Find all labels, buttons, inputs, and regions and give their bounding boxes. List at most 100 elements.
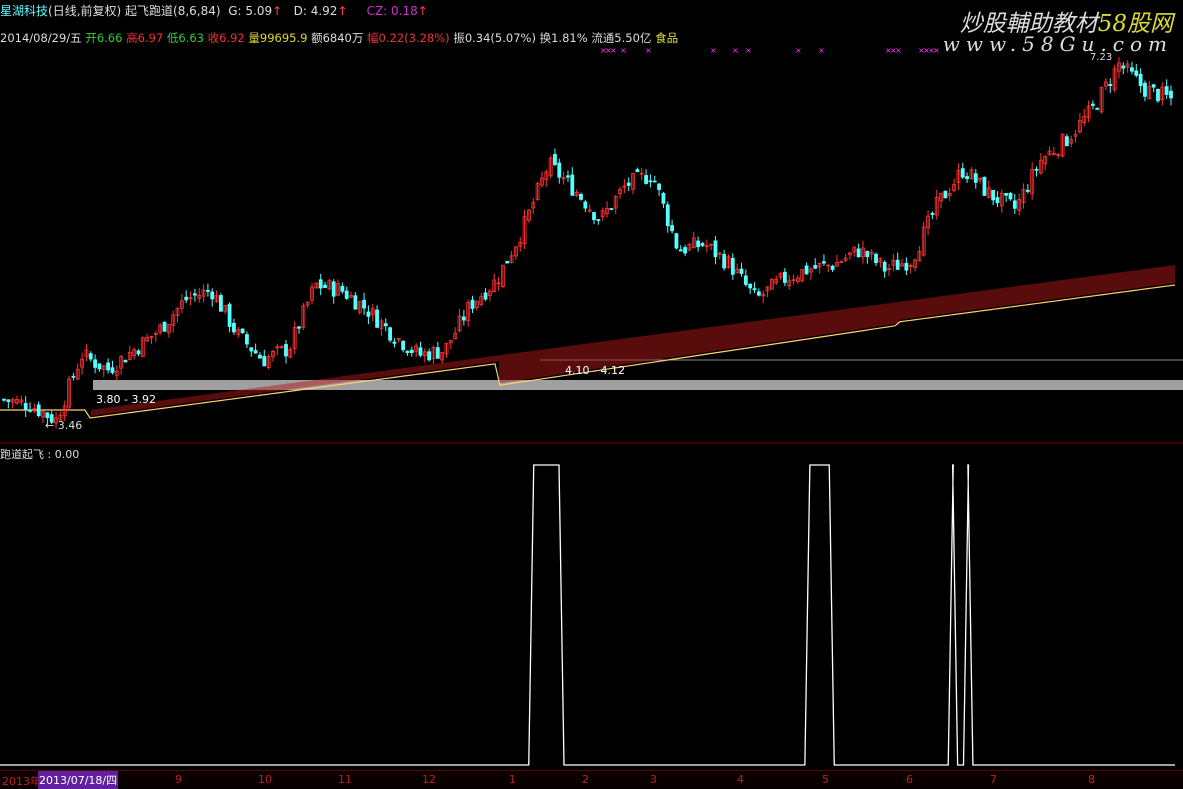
month-tick: 8 bbox=[1088, 773, 1095, 786]
kline-chart[interactable]: ××× × × × × × × × ××× ×××× bbox=[0, 0, 1183, 786]
signal-mark: × bbox=[645, 46, 652, 55]
change: 幅0.22(3.28%) bbox=[367, 31, 450, 45]
candle-body bbox=[739, 268, 744, 274]
candle-body bbox=[1108, 84, 1113, 87]
candle-body bbox=[162, 321, 167, 332]
candle-body bbox=[340, 285, 345, 292]
candle-body bbox=[609, 208, 614, 210]
candle-body bbox=[184, 296, 189, 301]
signal-mark: × bbox=[732, 46, 739, 55]
signal-mark: × bbox=[620, 46, 627, 55]
candle-body bbox=[683, 247, 688, 254]
candle-body bbox=[1064, 136, 1069, 147]
cursor-date: 2013/07/18/四 bbox=[38, 771, 119, 789]
float-shares: 流通5.50亿 bbox=[591, 31, 652, 45]
candle-body bbox=[722, 253, 727, 269]
month-tick: 5 bbox=[822, 773, 829, 786]
candle-body bbox=[1091, 103, 1095, 106]
quote-info-bar: 2014/08/29/五 开6.66 高6.97 低6.63 收6.92 量99… bbox=[0, 30, 678, 46]
signal-mark: × bbox=[610, 46, 617, 55]
candle-body bbox=[219, 295, 223, 312]
candle-body bbox=[696, 240, 701, 248]
candle-body bbox=[1164, 86, 1169, 95]
signal-mark: × bbox=[933, 46, 940, 55]
candle-body bbox=[566, 175, 570, 178]
candle-body bbox=[366, 311, 371, 317]
candle-body bbox=[262, 355, 267, 367]
candle-body bbox=[874, 253, 878, 264]
chart-title: 星湖科技(日线,前复权) 起飞跑道(8,6,84) G: 5.09↑ D: 4.… bbox=[0, 2, 428, 19]
candle-body bbox=[960, 168, 965, 178]
month-tick: 11 bbox=[338, 773, 352, 786]
candle-body bbox=[700, 243, 705, 246]
candle-body bbox=[553, 154, 557, 165]
candle-body bbox=[982, 176, 987, 196]
candle-body bbox=[822, 261, 826, 264]
lower-pane-label: 跑道起飞 : 0.00 bbox=[0, 448, 80, 461]
candle-body bbox=[240, 328, 245, 334]
candle-body bbox=[435, 347, 440, 359]
candle-body bbox=[284, 344, 288, 357]
candle-body bbox=[297, 326, 301, 329]
candle-body bbox=[483, 292, 488, 300]
candle-body bbox=[388, 327, 393, 341]
month-tick: 2 bbox=[582, 773, 589, 786]
candle-body bbox=[461, 316, 466, 321]
close: 收6.92 bbox=[207, 31, 245, 45]
candle-body bbox=[392, 341, 397, 344]
candle-body bbox=[570, 174, 575, 196]
signal-mark: × bbox=[710, 46, 717, 55]
candle-body bbox=[323, 284, 327, 288]
candle-body bbox=[713, 240, 718, 258]
date-axis: 2013年 2013/07/18/四 9 10 11 12 1 2 3 4 5 6 7 8 bbox=[0, 770, 1183, 789]
axis-year: 2013年 bbox=[2, 775, 41, 788]
candle-body bbox=[670, 225, 674, 232]
candle-body bbox=[657, 183, 661, 190]
candle-body bbox=[375, 309, 379, 328]
candle-body bbox=[318, 279, 323, 289]
month-tick: 12 bbox=[422, 773, 436, 786]
candle-body bbox=[730, 257, 735, 275]
candle-body bbox=[865, 250, 870, 258]
candle-body bbox=[110, 367, 115, 373]
candle-body bbox=[756, 291, 761, 296]
zone-label-2: 4.10 - 4.12 bbox=[565, 364, 625, 377]
amount: 额6840万 bbox=[311, 31, 364, 45]
candle-body bbox=[1169, 90, 1173, 99]
candle-body bbox=[804, 265, 809, 275]
candle-body bbox=[626, 182, 631, 186]
zone-label-1: 3.80 - 3.92 bbox=[96, 393, 156, 406]
candle-body bbox=[678, 249, 683, 252]
signal-line bbox=[0, 464, 1175, 766]
candle-body bbox=[674, 233, 679, 249]
candle-body bbox=[596, 219, 601, 221]
candle-body bbox=[1095, 108, 1100, 110]
candle-body bbox=[210, 291, 215, 300]
candle-body bbox=[232, 322, 236, 333]
date: 2014/08/29/五 bbox=[0, 31, 82, 45]
candle-body bbox=[409, 349, 414, 353]
chart-mode: (日线,前复权) bbox=[48, 4, 122, 18]
candle-body bbox=[830, 265, 835, 270]
candle-body bbox=[23, 403, 28, 410]
month-tick: 6 bbox=[906, 773, 913, 786]
candle-body bbox=[635, 169, 640, 173]
candle-body bbox=[93, 359, 98, 368]
cz-value: CZ: 0.18 bbox=[366, 4, 418, 18]
min-price-label: ← 3.46 bbox=[45, 419, 83, 432]
candle-body bbox=[45, 412, 50, 419]
candle-body bbox=[661, 192, 666, 204]
volume: 量99695.9 bbox=[248, 31, 308, 45]
candle-body bbox=[1012, 200, 1017, 209]
candle-body bbox=[995, 197, 1000, 204]
candle-body bbox=[36, 404, 41, 417]
candle-body bbox=[192, 293, 197, 296]
signal-mark: × bbox=[895, 46, 902, 55]
candle-body bbox=[856, 248, 861, 258]
candle-body bbox=[813, 264, 818, 269]
signal-mark: × bbox=[745, 46, 752, 55]
candle-body bbox=[1034, 168, 1039, 171]
open: 开6.66 bbox=[85, 31, 123, 45]
candle-body bbox=[205, 290, 210, 292]
indicator-name: 起飞跑道(8,6,84) bbox=[125, 4, 221, 18]
